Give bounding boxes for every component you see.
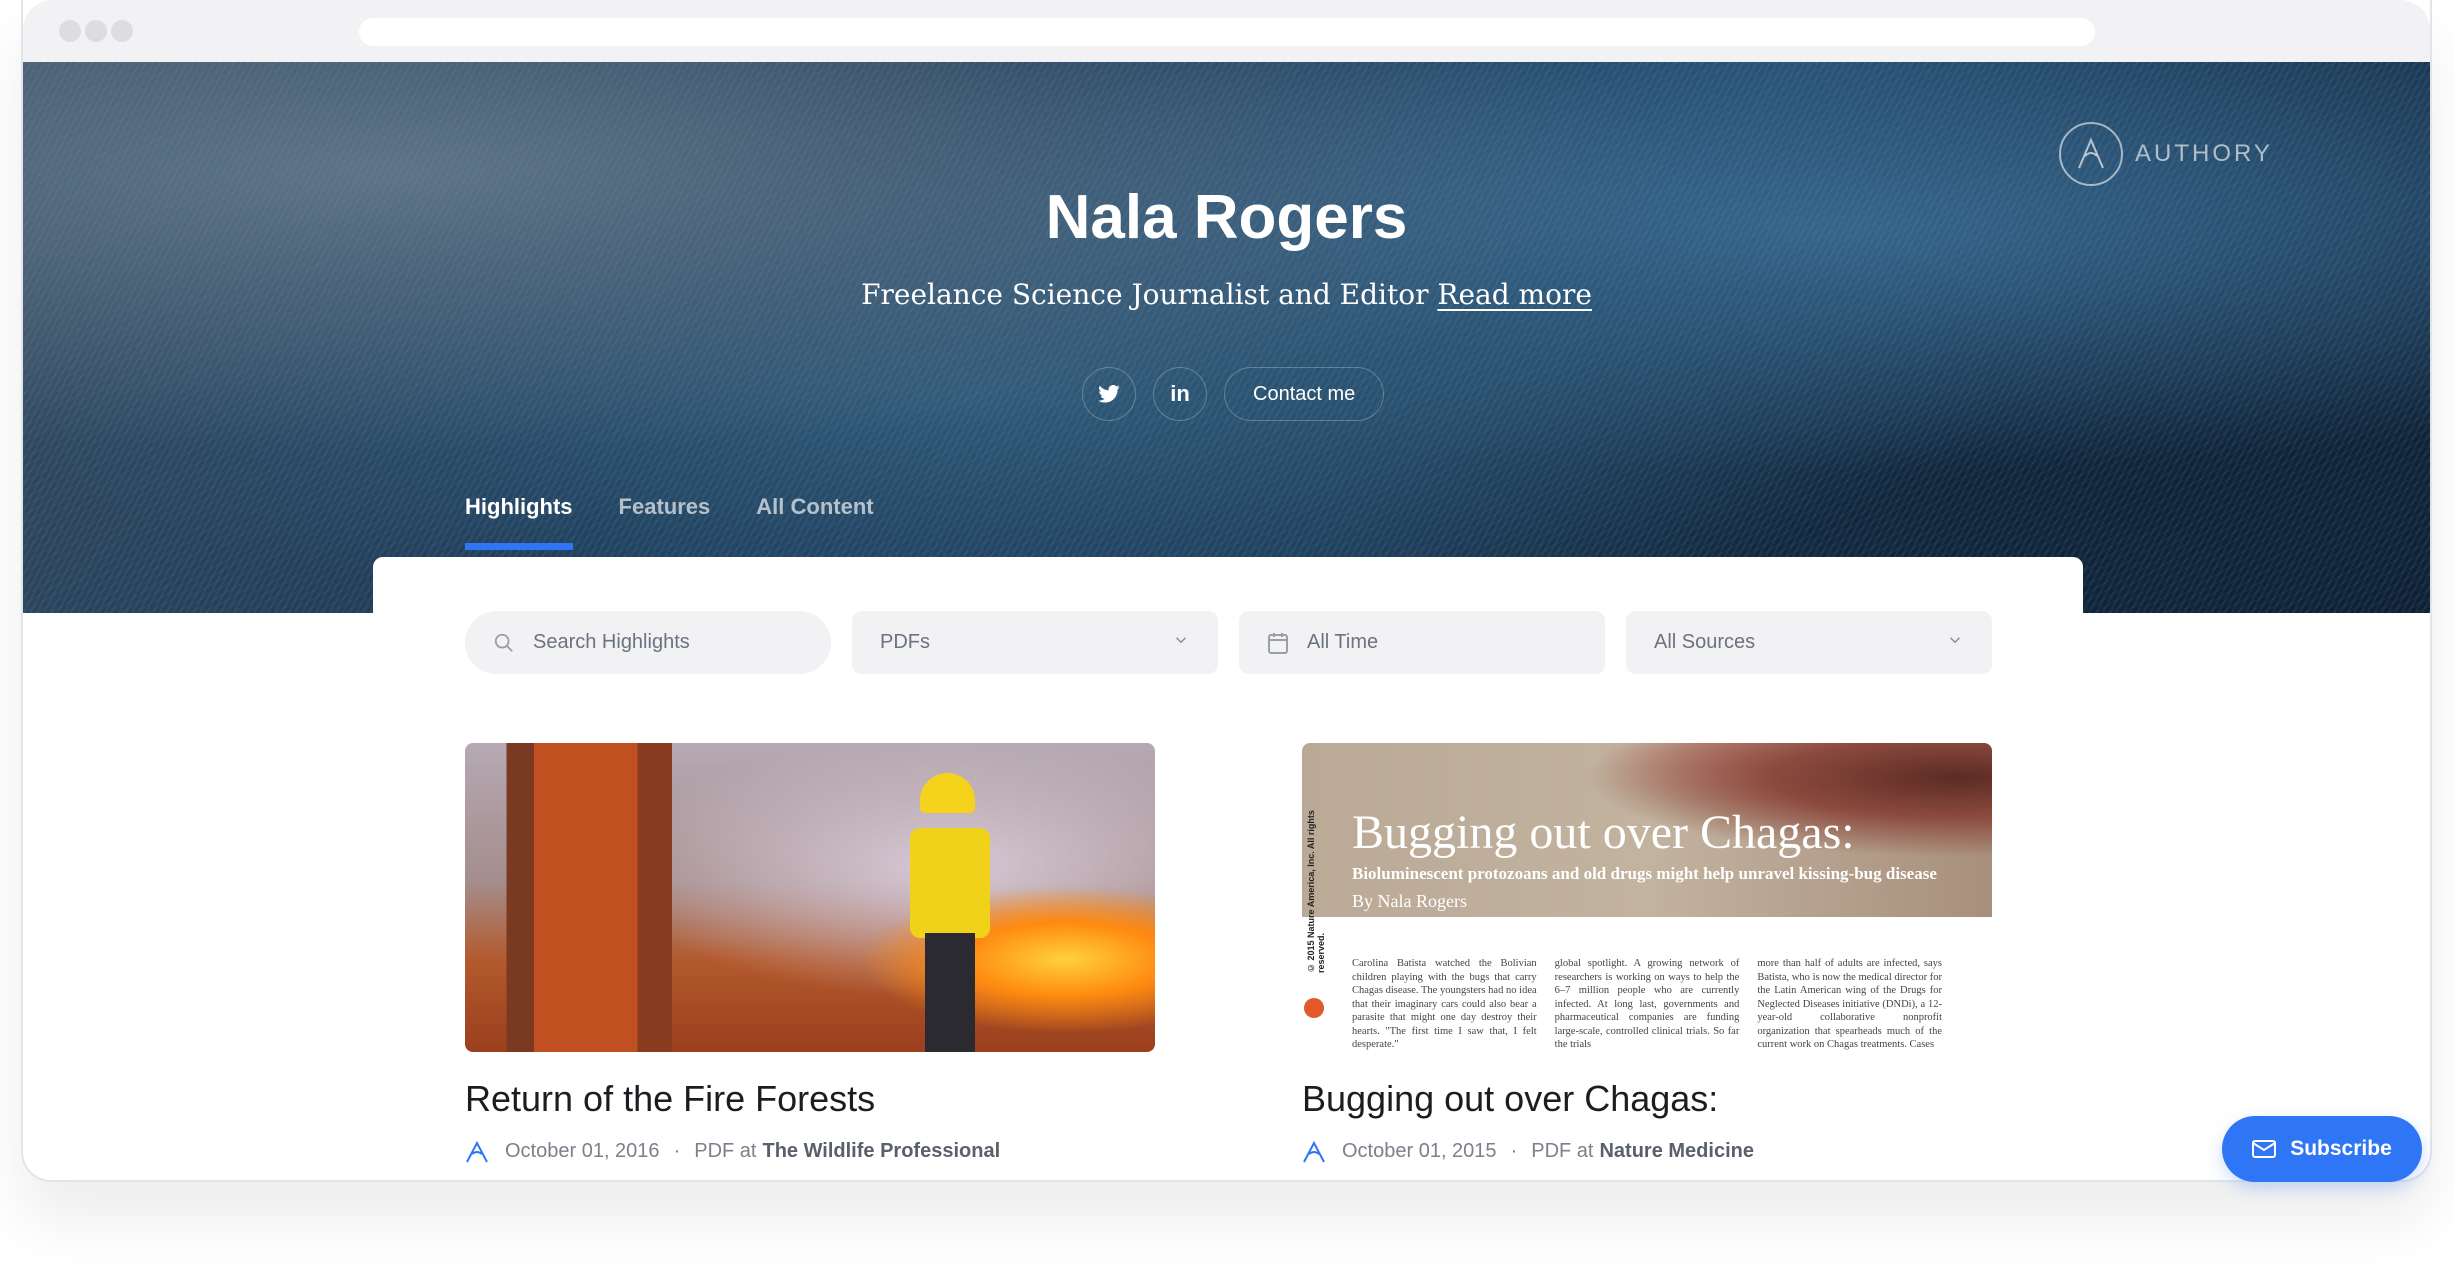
article-type: PDF at — [1531, 1140, 1594, 1162]
article-source[interactable]: Nature Medicine — [1599, 1140, 1753, 1163]
tab-features[interactable]: Features — [619, 494, 711, 550]
authory-logo-text: AUTHORY — [2135, 140, 2273, 167]
contact-me-button[interactable]: Contact me — [1224, 367, 1385, 421]
chevron-down-icon — [1172, 631, 1190, 655]
meta-separator: · — [673, 1140, 681, 1162]
pdf-copyright: © 2015 Nature America, Inc. All rights r… — [1306, 810, 1326, 973]
filter-bar: Search Highlights PDFs All Time All Sour… — [465, 611, 1992, 674]
profile-name: Nala Rogers — [1045, 183, 1408, 252]
twitter-icon — [1098, 385, 1120, 403]
authory-logo-icon — [2059, 122, 2123, 186]
article-title[interactable]: Bugging out over Chagas: — [1302, 1078, 1992, 1120]
content-card: Search Highlights PDFs All Time All Sour… — [373, 557, 2083, 1180]
profile-hero: AUTHORY Nala Rogers Freelance Science Jo… — [23, 62, 2430, 613]
authory-source-icon — [465, 1140, 489, 1163]
pdf-byline: By Nala Rogers — [1352, 891, 1467, 911]
linkedin-icon: in — [1170, 381, 1190, 406]
highlights-grid: Return of the Fire Forests October 01, 2… — [465, 743, 1992, 1163]
chevron-down-icon — [1946, 631, 1964, 655]
article-title[interactable]: Return of the Fire Forests — [465, 1078, 1155, 1120]
social-links: in Contact me — [1082, 367, 1385, 421]
meta-separator: · — [1510, 1140, 1518, 1162]
linkedin-button[interactable]: in — [1153, 367, 1207, 421]
pdf-headline: Bugging out over Chagas: — [1352, 806, 1855, 859]
tab-all-content[interactable]: All Content — [756, 494, 873, 550]
address-bar[interactable] — [359, 18, 2095, 46]
window-close-dot[interactable] — [59, 20, 81, 42]
article-type: PDF at — [694, 1140, 757, 1162]
authory-logo[interactable]: AUTHORY — [2059, 122, 2273, 186]
pdf-banner: Bugging out over Chagas: Bioluminescent … — [1302, 743, 1992, 917]
content-tabs: Highlights Features All Content — [465, 494, 874, 550]
authory-source-icon — [1302, 1140, 1326, 1163]
profile-tagline: Freelance Science Journalist and Editor … — [23, 278, 2430, 311]
article-date: October 01, 2016 — [505, 1140, 660, 1162]
pdf-body-columns: Carolina Batista watched the Bolivian ch… — [1352, 957, 1942, 1052]
article-date: October 01, 2015 — [1342, 1140, 1497, 1162]
article-card[interactable]: Return of the Fire Forests October 01, 2… — [465, 743, 1155, 1163]
content-type-value: PDFs — [880, 631, 930, 653]
pdf-subhead: Bioluminescent protozoans and old drugs … — [1352, 864, 1937, 883]
subscribe-button[interactable]: Subscribe — [2222, 1116, 2422, 1182]
article-thumbnail[interactable]: Bugging out over Chagas: Bioluminescent … — [1302, 743, 1992, 1052]
pdf-column: global spotlight. A growing network of r… — [1554, 958, 1740, 1050]
calendar-icon — [1267, 631, 1289, 655]
tab-highlights[interactable]: Highlights — [465, 494, 573, 550]
article-card[interactable]: Bugging out over Chagas: Bioluminescent … — [1302, 743, 1992, 1163]
mail-icon — [2252, 1140, 2277, 1158]
read-more-link[interactable]: Read more — [1437, 278, 1592, 311]
firefighter-figure — [910, 773, 990, 1052]
npg-logo-icon — [1304, 998, 1324, 1018]
date-range-picker[interactable]: All Time — [1239, 611, 1605, 674]
window-minimize-dot[interactable] — [85, 20, 107, 42]
tagline-text: Freelance Science Journalist and Editor — [861, 278, 1429, 311]
article-thumbnail[interactable] — [465, 743, 1155, 1052]
date-range-value: All Time — [1307, 631, 1379, 653]
browser-window: AUTHORY Nala Rogers Freelance Science Jo… — [21, 0, 2432, 1182]
pdf-column: Carolina Batista watched the Bolivian ch… — [1352, 958, 1537, 1050]
window-maximize-dot[interactable] — [111, 20, 133, 42]
browser-titlebar — [23, 0, 2430, 62]
pdf-column: more than half of adults are infected, s… — [1757, 958, 1943, 1050]
article-meta: October 01, 2015 · PDF at Nature Medicin… — [1302, 1140, 1992, 1163]
article-source[interactable]: The Wildlife Professional — [762, 1140, 1000, 1163]
source-value: All Sources — [1654, 631, 1756, 653]
search-placeholder: Search Highlights — [533, 631, 690, 653]
content-type-select[interactable]: PDFs — [852, 611, 1218, 674]
article-meta: October 01, 2016 · PDF at The Wildlife P… — [465, 1140, 1155, 1163]
search-input[interactable]: Search Highlights — [465, 611, 831, 674]
source-select[interactable]: All Sources — [1626, 611, 1992, 674]
search-icon — [493, 632, 515, 654]
subscribe-label: Subscribe — [2290, 1137, 2392, 1160]
twitter-button[interactable] — [1082, 367, 1136, 421]
